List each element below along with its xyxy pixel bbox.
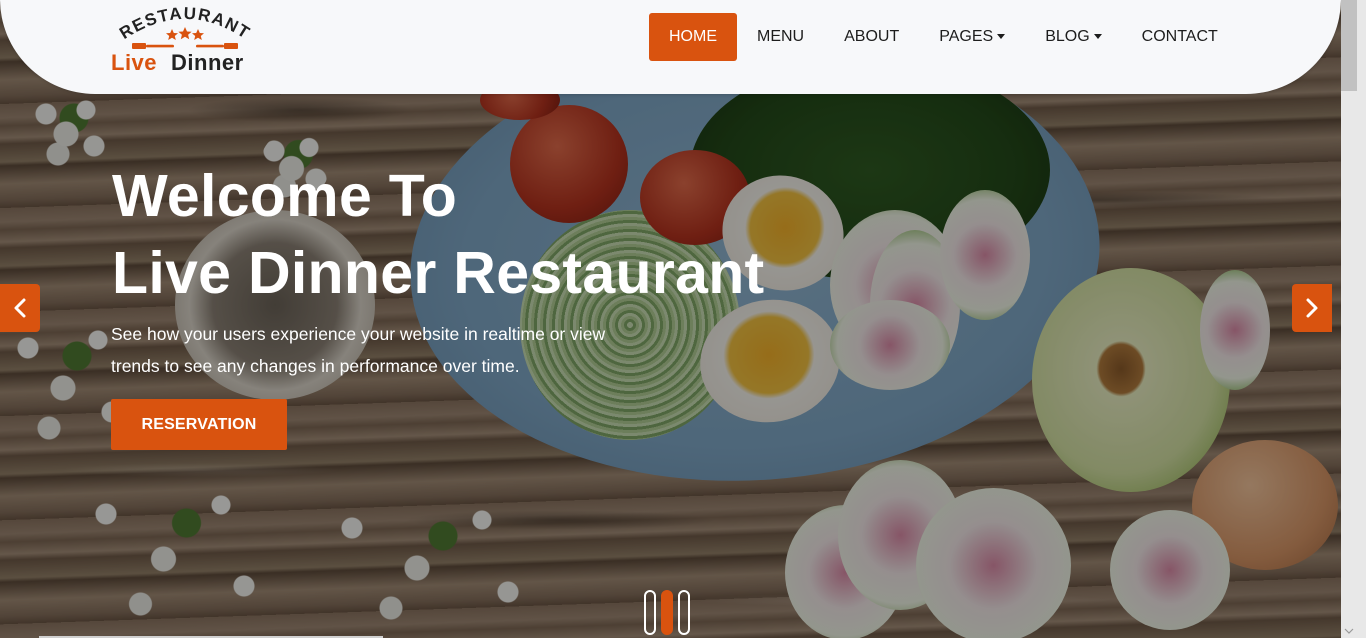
caret-down-icon (997, 33, 1006, 39)
star-icon (192, 29, 204, 40)
star-icon (178, 27, 192, 40)
brand-logo[interactable]: RESTAURANT Live Dinner (108, 0, 263, 80)
carousel-indicator-1[interactable] (644, 590, 656, 635)
scrollbar-thumb[interactable] (1341, 0, 1357, 91)
site-header: RESTAURANT Live Dinner HOME MENU ABOUT P… (0, 0, 1341, 94)
hero-subtitle-line1: See how your users experience your websi… (111, 324, 606, 344)
logo-name-accent: Live (111, 50, 158, 75)
chevron-right-icon (1306, 298, 1318, 318)
logo-name-main: Dinner (171, 50, 244, 75)
logo-arc-text: RESTAURANT (116, 4, 252, 43)
hero-subtitle: See how your users experience your websi… (111, 318, 671, 382)
hero-subtitle-line2: trends to see any changes in performance… (111, 356, 520, 376)
carousel-indicators (644, 590, 690, 635)
nav-menu[interactable]: MENU (737, 13, 824, 61)
main-nav: HOME MENU ABOUT PAGES BLOG CONTACT (649, 13, 1238, 61)
nav-menu-label: MENU (757, 28, 805, 45)
caret-down-icon (1093, 33, 1102, 39)
hero-title: Welcome To Live Dinner Restaurant (112, 158, 765, 312)
svg-text:RESTAURANT: RESTAURANT (116, 4, 254, 43)
vertical-scrollbar[interactable] (1341, 0, 1366, 638)
fork-right-icon (224, 43, 238, 49)
fork-left-icon (132, 43, 146, 49)
hero-title-line2: Live Dinner Restaurant (112, 240, 765, 306)
nav-about-label: ABOUT (844, 28, 900, 45)
nav-contact[interactable]: CONTACT (1122, 13, 1238, 61)
carousel-indicator-3[interactable] (678, 590, 690, 635)
star-icon (166, 29, 178, 40)
hero-title-line1: Welcome To (112, 163, 458, 229)
nav-about[interactable]: ABOUT (824, 13, 919, 61)
carousel-indicator-2-active[interactable] (661, 590, 673, 635)
fork-icons (132, 43, 238, 49)
nav-pages-dropdown[interactable]: PAGES (919, 13, 1025, 61)
logo-arc-graphic: RESTAURANT (116, 4, 254, 49)
nav-blog-label: BLOG (1045, 28, 1090, 45)
nav-pages-label: PAGES (939, 28, 994, 45)
chevron-left-icon (14, 298, 26, 318)
star-icons (166, 27, 204, 40)
scroll-down-arrow-icon[interactable] (1343, 626, 1355, 636)
nav-home[interactable]: HOME (649, 13, 737, 61)
nav-home-label: HOME (669, 28, 717, 45)
nav-contact-label: CONTACT (1141, 28, 1218, 45)
nav-blog-dropdown[interactable]: BLOG (1025, 13, 1121, 61)
carousel-prev-button[interactable] (0, 284, 40, 332)
carousel-next-button[interactable] (1292, 284, 1332, 332)
reservation-button[interactable]: RESERVATION (111, 399, 287, 450)
